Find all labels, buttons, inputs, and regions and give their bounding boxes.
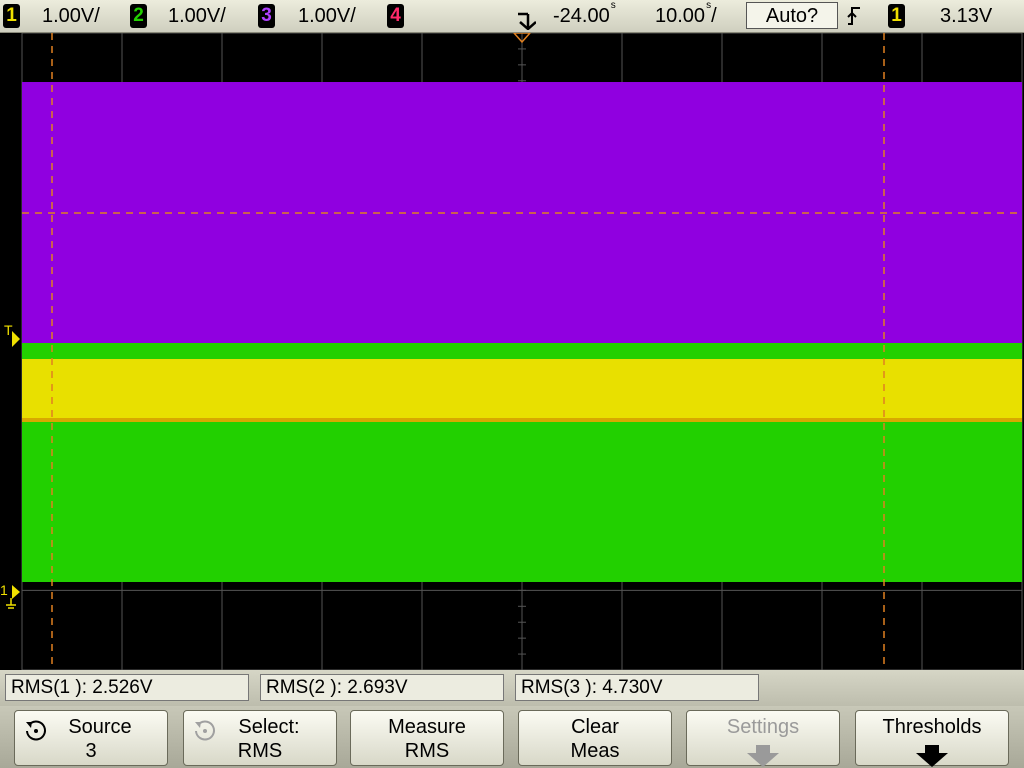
trigger-level-marker: T — [4, 322, 13, 338]
time-base[interactable]: 10.00s/ — [655, 0, 717, 32]
time-delay[interactable]: -24.00s — [553, 0, 616, 32]
trigger-level-arrow — [12, 331, 20, 347]
channel-3-badge[interactable]: 3 — [258, 4, 275, 28]
channel-4-badge[interactable]: 4 — [387, 4, 404, 28]
channel-2-badge[interactable]: 2 — [130, 4, 147, 28]
submenu-arrow-icon — [916, 745, 948, 767]
measure-softkey[interactable]: Measure RMS — [350, 710, 504, 766]
channel-2-waveform-lower — [22, 422, 1022, 582]
measurement-rms-3: RMS(3 ): 4.730V — [515, 674, 759, 701]
channel-1-scale[interactable]: 1.00V/ — [42, 0, 100, 32]
channel-2-waveform-upper — [22, 343, 1022, 361]
trigger-level[interactable]: 3.13V — [940, 0, 992, 32]
trigger-delay-icon — [518, 12, 536, 30]
rotate-knob-icon — [26, 720, 46, 741]
channel-1-ground-arrow — [12, 585, 20, 599]
softkey-bar: Source 3 Select: RMS Measure RMS Clear M… — [0, 706, 1024, 768]
ground-symbol-icon — [6, 598, 16, 609]
waveform-display[interactable]: T 1 — [0, 33, 1024, 670]
channel-1-badge[interactable]: 1 — [3, 4, 20, 28]
measurement-rms-2: RMS(2 ): 2.693V — [260, 674, 504, 701]
source-softkey[interactable]: Source 3 — [14, 710, 168, 766]
settings-softkey[interactable]: Settings — [686, 710, 840, 767]
rotate-knob-icon — [195, 720, 215, 741]
channel-1-waveform — [22, 359, 1022, 422]
rising-edge-icon — [847, 7, 860, 25]
channel-1-ground-marker: 1 — [0, 582, 8, 598]
measurement-rms-1: RMS(1 ): 2.526V — [5, 674, 249, 701]
waveform-canvas: T 1 — [0, 33, 1023, 670]
measurement-bar: RMS(1 ): 2.526V RMS(2 ): 2.693V RMS(3 ):… — [0, 670, 1024, 706]
top-status-bar: 1 1.00V/ 2 1.00V/ 3 1.00V/ 4 -24.00s 10.… — [0, 0, 1024, 33]
submenu-arrow-icon — [747, 745, 779, 767]
channel-2-scale[interactable]: 1.00V/ — [168, 0, 226, 32]
thresholds-softkey[interactable]: Thresholds — [855, 710, 1009, 767]
trigger-source-badge[interactable]: 1 — [888, 4, 905, 28]
trigger-mode-box[interactable]: Auto? — [746, 2, 838, 29]
clear-meas-softkey[interactable]: Clear Meas — [518, 710, 672, 766]
channel-3-scale[interactable]: 1.00V/ — [298, 0, 356, 32]
select-softkey[interactable]: Select: RMS — [183, 710, 337, 766]
